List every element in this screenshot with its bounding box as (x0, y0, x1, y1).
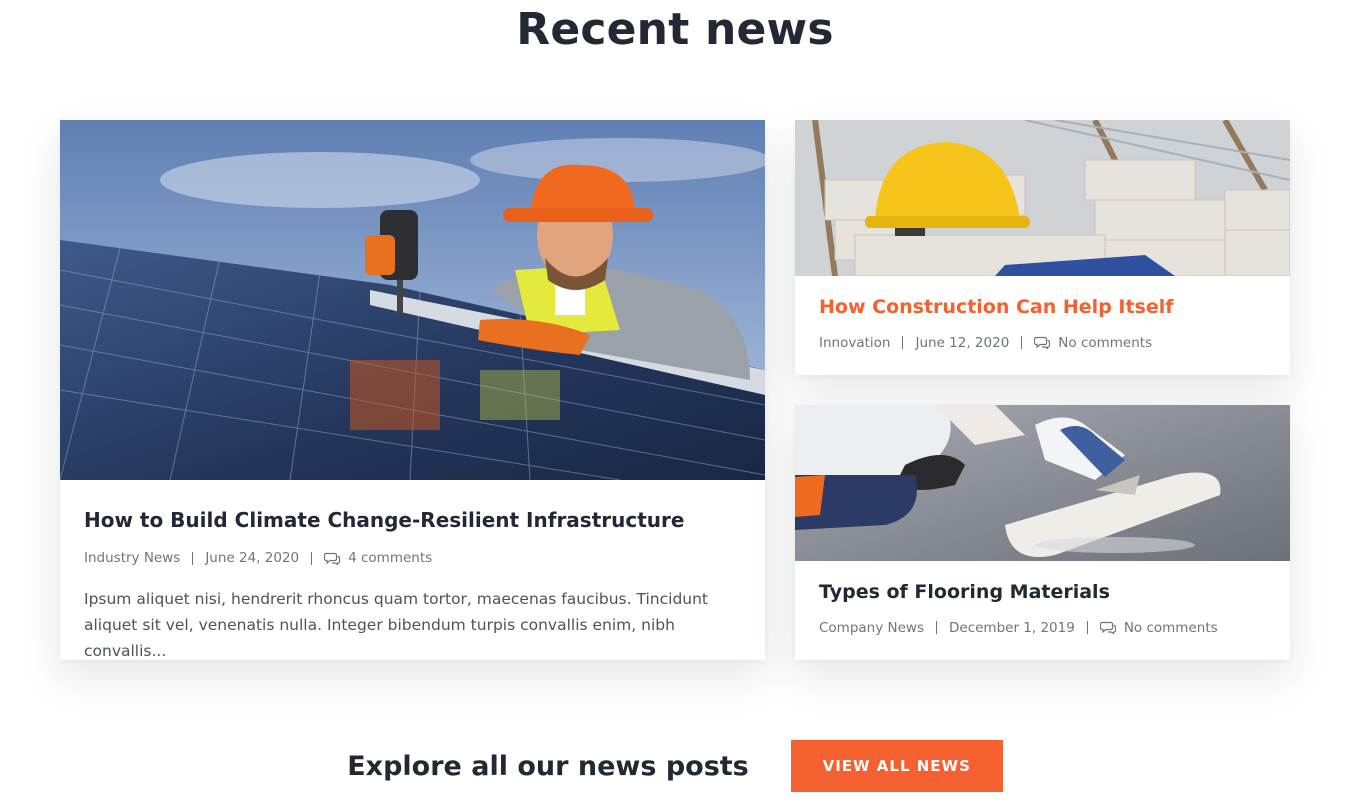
post-comments-link[interactable]: No comments (1058, 335, 1152, 351)
flooring-trowel-image (795, 405, 1290, 561)
post-meta: Industry News June 24, 2020 4 comments (84, 550, 741, 566)
comment-icon (1034, 336, 1051, 350)
post-excerpt: Ipsum aliquet nisi, hendrerit rhoncus qu… (84, 590, 709, 660)
post-category-link[interactable]: Innovation (819, 335, 890, 351)
post-title[interactable]: How Construction Can Help Itself (819, 296, 1266, 319)
meta-divider (902, 336, 904, 350)
post-date: June 24, 2020 (205, 550, 300, 566)
post-category-link[interactable]: Company News (819, 620, 924, 636)
solar-worker-image (60, 120, 765, 480)
post-card: Types of Flooring Materials Company News… (795, 405, 1290, 660)
post-meta: Company News December 1, 2019 No comment… (819, 620, 1266, 636)
post-category-link[interactable]: Industry News (84, 550, 180, 566)
meta-divider (311, 551, 313, 565)
post-title[interactable]: Types of Flooring Materials (819, 581, 1266, 604)
comment-icon (1099, 621, 1116, 635)
post-comments-link[interactable]: 4 comments (348, 550, 432, 566)
section-title: Recent news (516, 4, 834, 55)
post-date: December 1, 2019 (949, 619, 1075, 636)
meta-divider (936, 621, 937, 635)
comment-icon (324, 552, 341, 565)
post-date: June 12, 2020 (915, 334, 1010, 351)
cta-text: Explore all our news posts (347, 750, 749, 782)
post-title[interactable]: How to Build Climate Change-Resilient In… (84, 508, 741, 532)
hardhat-bricks-image (795, 120, 1290, 276)
post-card: How Construction Can Help Itself Innovat… (795, 120, 1290, 375)
meta-divider (1021, 336, 1023, 350)
view-all-news-button[interactable]: VIEW ALL NEWS (790, 740, 1003, 792)
post-card-featured: How to Build Climate Change-Resilient In… (60, 120, 765, 660)
post-image-solar-worker[interactable] (60, 120, 765, 480)
meta-divider (192, 551, 194, 565)
post-image-hardhat[interactable] (795, 120, 1290, 276)
cta-bar: Explore all our news posts VIEW ALL NEWS (0, 740, 1350, 792)
post-meta: Innovation June 12, 2020 No comments (819, 335, 1266, 351)
post-image-flooring[interactable] (795, 405, 1290, 561)
post-comments-link[interactable]: No comments (1124, 620, 1218, 636)
meta-divider (1086, 621, 1088, 635)
